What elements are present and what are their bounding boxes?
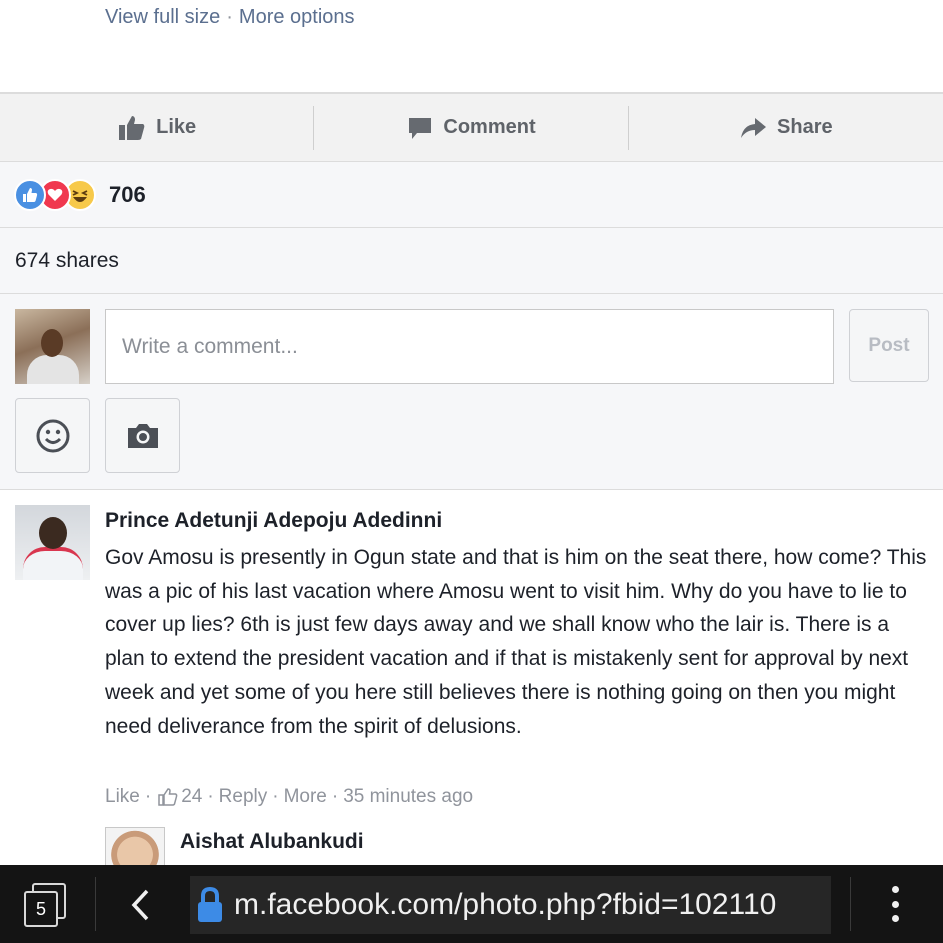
- more-options-link[interactable]: More options: [239, 6, 355, 28]
- lock-icon: [198, 886, 222, 922]
- share-arrow-icon: [741, 117, 767, 138]
- current-user-avatar: [15, 309, 90, 384]
- browser-toolbar: 5 m.facebook.com/photo.php?fbid=102110: [0, 865, 943, 943]
- comment-author-name[interactable]: Prince Adetunji Adepoju Adedinni: [105, 509, 442, 533]
- like-label: Like: [156, 116, 197, 138]
- comment-item: Prince Adetunji Adepoju Adedinni Gov Amo…: [0, 490, 943, 870]
- chevron-left-icon: [131, 889, 149, 921]
- comment-label: Comment: [443, 116, 536, 138]
- post-button[interactable]: Post: [849, 309, 929, 382]
- link-separator: ·: [226, 6, 233, 28]
- meta-separator: ·: [272, 786, 279, 807]
- comment-text: Gov Amosu is presently in Ogun state and…: [105, 546, 927, 738]
- comment-bubble-icon: [409, 117, 432, 139]
- meta-separator: ·: [207, 786, 214, 807]
- reply-author-name[interactable]: Aishat Alubankudi: [180, 830, 364, 854]
- overflow-menu-button[interactable]: [880, 883, 910, 925]
- tabs-button[interactable]: 5: [22, 883, 68, 927]
- photo-links: View full size · More options: [105, 6, 355, 29]
- url-text: m.facebook.com/photo.php?fbid=102110: [234, 888, 777, 921]
- tab-count: 5: [24, 891, 58, 927]
- share-label: Share: [777, 116, 833, 138]
- menu-dot-icon: [891, 886, 899, 893]
- shares-count: 674 shares: [15, 248, 119, 272]
- photo-links-area: View full size · More options: [0, 0, 943, 92]
- camera-icon: [127, 423, 158, 448]
- comment-timestamp[interactable]: 35 minutes ago: [343, 786, 473, 808]
- menu-dot-icon: [891, 915, 899, 922]
- meta-separator: ·: [144, 786, 152, 807]
- emoji-icon: [36, 419, 69, 452]
- comment-button[interactable]: Comment: [314, 94, 629, 161]
- reply-author-avatar[interactable]: [105, 827, 165, 867]
- thumbs-up-outline-icon: [158, 788, 178, 806]
- back-button[interactable]: [120, 885, 160, 925]
- post-action-bar: Like Comment Share: [0, 92, 943, 162]
- reaction-count: 706: [109, 181, 146, 207]
- address-bar[interactable]: m.facebook.com/photo.php?fbid=102110: [190, 876, 831, 934]
- comment-like-count[interactable]: 24: [181, 786, 202, 808]
- camera-button[interactable]: [105, 398, 180, 473]
- emoji-button[interactable]: [15, 398, 90, 473]
- meta-separator: ·: [331, 786, 339, 807]
- comment-meta: Like · 24 · Reply · More · 35 minutes ag…: [105, 786, 473, 808]
- comment-like-link[interactable]: Like: [105, 786, 140, 808]
- like-button[interactable]: Like: [0, 94, 315, 161]
- comment-composer: Post: [0, 294, 943, 490]
- thumbs-up-icon: [119, 115, 145, 140]
- comment-reply-link[interactable]: Reply: [219, 786, 268, 808]
- like-reaction-icon: [14, 178, 46, 211]
- comment-author-avatar[interactable]: [15, 505, 90, 580]
- comment-input[interactable]: [105, 309, 834, 384]
- view-full-size-link[interactable]: View full size: [105, 6, 220, 28]
- comment-more-link[interactable]: More: [284, 786, 327, 808]
- menu-dot-icon: [891, 900, 899, 908]
- shares-count-row[interactable]: 674 shares: [0, 228, 943, 294]
- share-button[interactable]: Share: [629, 94, 943, 161]
- reactions-summary[interactable]: 706: [0, 162, 943, 228]
